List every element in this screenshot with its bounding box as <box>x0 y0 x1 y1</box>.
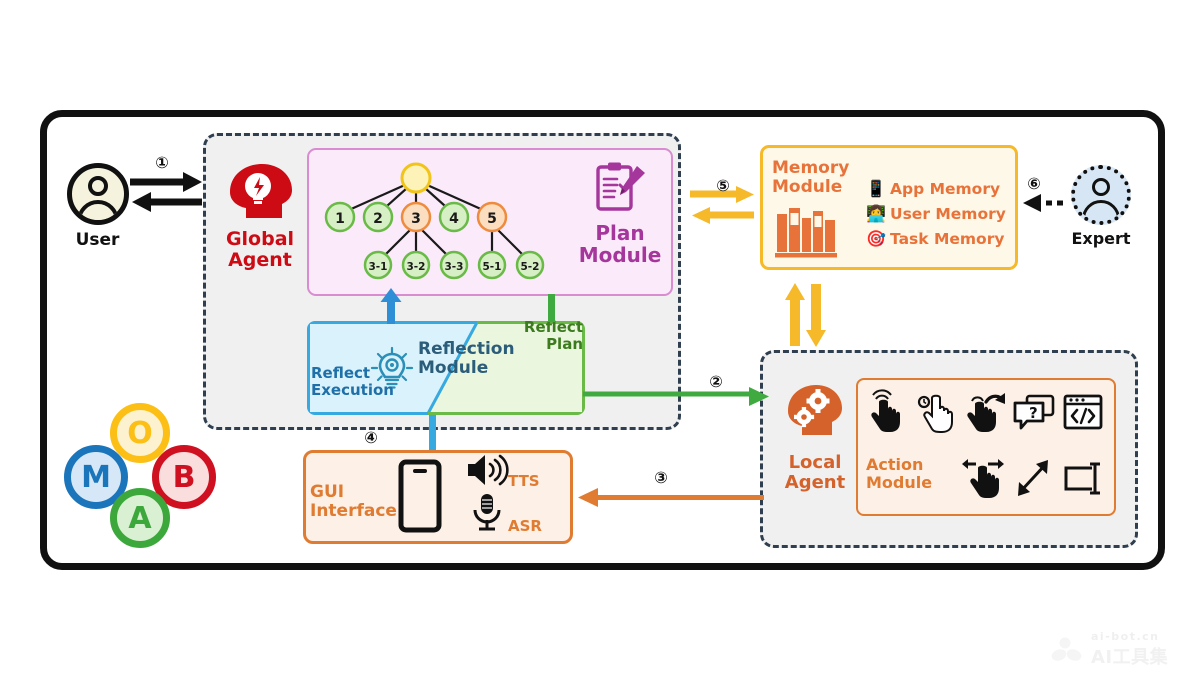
svg-text:?: ? <box>1029 404 1038 422</box>
tap-icon <box>866 389 908 434</box>
memory-local-agent-arrows <box>785 282 829 348</box>
user-label: User <box>75 230 120 250</box>
watermark-line2: AI工具集 <box>1091 647 1169 668</box>
memory-item-task: 🎯 Task Memory <box>866 226 1006 251</box>
clipboard-pencil-icon <box>594 160 650 216</box>
head-gears-icon <box>782 383 848 439</box>
watermark-line1: ai-bot.cn <box>1091 630 1160 643</box>
speaker-icon <box>466 453 510 487</box>
plan-module-label: Plan Module <box>578 221 662 268</box>
memory-item-label: User Memory <box>890 204 1006 223</box>
svg-text:5: 5 <box>487 211 497 227</box>
reflect-execution-arrow <box>380 288 402 324</box>
moba-letter: B <box>172 459 196 495</box>
user-laptop-icon: 👩‍💻 <box>866 204 886 223</box>
reflect-execution-label: Reflect Execution <box>311 364 394 399</box>
asr-label: ASR <box>508 517 542 535</box>
tts-label: TTS <box>508 472 540 490</box>
diagram-canvas: User ① Global Agent 1 2 3 4 5 3-1 3-2 3-… <box>0 0 1200 675</box>
memory-item-label: Task Memory <box>890 229 1005 248</box>
dialog-question-icon: ? <box>1013 390 1055 434</box>
memory-item-label: App Memory <box>890 179 1001 198</box>
moba-logo: O M B A <box>62 403 227 548</box>
smartphone-icon <box>398 459 442 533</box>
svg-text:2: 2 <box>373 211 383 227</box>
user-avatar-icon <box>66 163 129 225</box>
global-agent-label: Global Agent <box>225 228 295 272</box>
plan-tree: 1 2 3 4 5 3-1 3-2 3-3 5-1 5-2 <box>312 152 572 292</box>
svg-text:5-1: 5-1 <box>483 261 502 273</box>
svg-text:3: 3 <box>411 211 421 227</box>
target-dart-icon: 🎯 <box>866 229 886 248</box>
moba-letter: A <box>128 500 152 536</box>
flow-4-number: ④ <box>364 428 378 447</box>
svg-text:3-3: 3-3 <box>445 261 464 273</box>
flow-2-arrow <box>583 387 769 407</box>
flow-6-number: ⑥ <box>1027 174 1041 193</box>
flow-3-number: ③ <box>654 468 668 487</box>
local-agent-label: Local Agent <box>784 452 846 494</box>
flow-5-number: ⑤ <box>716 176 730 195</box>
gui-interface-label: GUI Interface <box>310 482 397 522</box>
moba-circle-a: A <box>110 488 170 548</box>
resize-diagonal-icon <box>1012 456 1054 500</box>
flow-3-arrow <box>576 488 764 508</box>
watermark: ai-bot.cn AI工具集 <box>1051 630 1192 670</box>
flow-2-number: ② <box>709 372 723 391</box>
head-lightbulb-icon <box>222 162 300 224</box>
memory-module-title: Memory Module <box>772 158 850 198</box>
microphone-icon <box>470 492 504 532</box>
svg-text:1: 1 <box>335 211 345 227</box>
action-icons-row-bottom <box>962 452 1110 504</box>
action-module-label: Action Module <box>866 455 933 492</box>
books-icon <box>775 206 837 258</box>
svg-text:4: 4 <box>449 211 459 227</box>
svg-text:3-1: 3-1 <box>369 261 388 273</box>
action-icons-row-top: ? <box>866 386 1110 438</box>
reflect-plan-label: Reflect Plan <box>523 318 583 353</box>
memory-item-user: 👩‍💻 User Memory <box>866 201 1006 226</box>
flow-4-line <box>429 415 436 455</box>
moba-letter: M <box>81 459 111 495</box>
code-window-icon <box>1062 390 1104 434</box>
expert-label: Expert <box>1071 229 1131 248</box>
svg-text:3-2: 3-2 <box>407 261 426 273</box>
watermark-logo-icon <box>1051 637 1082 661</box>
drag-horizontal-icon <box>962 456 1004 500</box>
text-input-icon <box>1062 456 1104 500</box>
expert-avatar-icon <box>1071 165 1131 225</box>
flow-6-arrow <box>1019 192 1063 214</box>
long-press-icon <box>915 390 957 434</box>
flow-1-number: ① <box>155 153 169 172</box>
expert-actor: Expert <box>1062 165 1140 248</box>
memory-item-app: 📱 App Memory <box>866 176 1006 201</box>
reflect-plan-riser <box>548 294 555 322</box>
swipe-icon <box>964 390 1006 434</box>
app-grid-icon: 📱 <box>866 179 886 198</box>
moba-letter: O <box>127 415 153 451</box>
memory-items-list: 📱 App Memory 👩‍💻 User Memory 🎯 Task Memo… <box>866 176 1006 251</box>
svg-text:5-2: 5-2 <box>521 261 540 273</box>
